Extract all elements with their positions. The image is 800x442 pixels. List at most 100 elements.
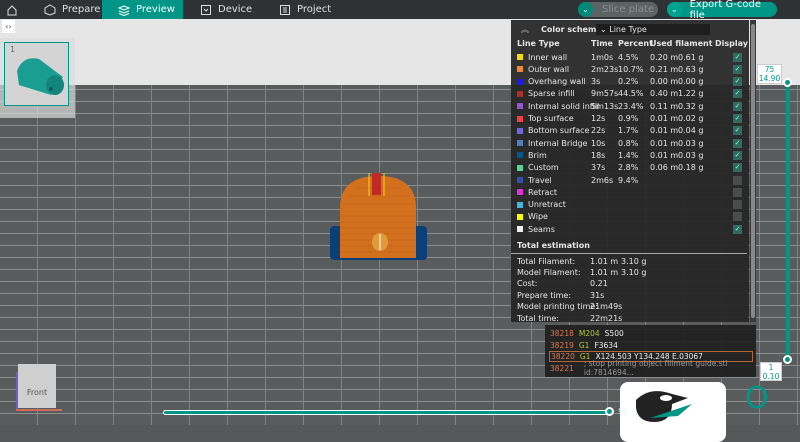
- line-type-name: Inner wall: [528, 52, 568, 62]
- top-layer-label: 75 14.90: [757, 64, 782, 84]
- line-type-percent: 9.4%: [618, 175, 639, 185]
- display-checkbox[interactable]: ✓: [733, 77, 742, 87]
- display-checkbox[interactable]: ✓: [733, 150, 742, 160]
- color-scheme-value: Line Type: [609, 24, 647, 34]
- display-checkbox[interactable]: ✓: [733, 163, 742, 173]
- tab-device[interactable]: Device: [200, 0, 252, 19]
- top-layer-number: 75: [764, 65, 775, 74]
- gcode-args: S500: [604, 329, 624, 338]
- legend-row[interactable]: Travel 2m6s 9.4%: [511, 174, 749, 186]
- legend-row[interactable]: Retract: [511, 186, 749, 198]
- tab-project[interactable]: Project: [279, 0, 331, 19]
- legend-row[interactable]: Top surface 12s 0.9% 0.01 m 0.02 g ✓: [511, 113, 749, 125]
- total-value: 22m21s: [590, 313, 623, 323]
- layer-slider[interactable]: [786, 80, 790, 362]
- total-label: Model printing time:: [517, 302, 599, 312]
- display-checkbox[interactable]: ✓: [733, 89, 742, 99]
- legend-row[interactable]: Bottom surface 22s 1.7% 0.01 m 0.04 g ✓: [511, 125, 749, 137]
- chevron-down-icon[interactable]: ⌄: [667, 2, 682, 17]
- used-length: 0.01 m: [650, 114, 679, 123]
- chevron-down-icon[interactable]: ⌄: [578, 2, 593, 17]
- gcode-args: F3634: [594, 340, 618, 350]
- legend-row[interactable]: Internal solid infill 5m13s 23.4% 0.11 m…: [511, 100, 749, 112]
- legend-row[interactable]: Seams ✓: [511, 223, 749, 235]
- color-swatch-icon: [517, 177, 523, 183]
- x-axis-icon: [16, 409, 62, 411]
- legend-row[interactable]: Wipe: [511, 211, 749, 223]
- color-swatch-icon: [517, 78, 523, 85]
- legend-row[interactable]: Sparse infill 9m57s 44.5% 0.40 m 1.22 g …: [511, 88, 749, 100]
- legend-scrollbar[interactable]: [750, 20, 756, 322]
- move-slider-handle[interactable]: [605, 407, 614, 416]
- legend-row[interactable]: Overhang wall 3s 0.2% 0.00 m 0.00 g ✓: [511, 76, 749, 88]
- tab-preview[interactable]: Preview: [102, 0, 183, 19]
- line-type-percent: 10.7%: [618, 64, 644, 74]
- used-weight: 0.04 g: [678, 126, 704, 136]
- line-type-name: Custom: [528, 163, 559, 173]
- home-button[interactable]: [6, 0, 18, 19]
- tab-label: Preview: [136, 4, 175, 15]
- legend-row[interactable]: Unretract: [511, 199, 749, 211]
- view-cube[interactable]: Front: [18, 364, 56, 408]
- tab-label: Project: [297, 4, 332, 15]
- legend-row[interactable]: Inner wall 1m0s 4.5% 0.20 m 0.61 g ✓: [511, 51, 749, 63]
- line-type-percent: 4.5%: [618, 52, 639, 62]
- line-type-time: 22s: [591, 126, 606, 136]
- plate-thumbnail[interactable]: 1: [4, 42, 69, 106]
- gcode-line[interactable]: 38221 ; stop printing object filiment gui…: [549, 359, 753, 377]
- gcode-command: M204: [578, 329, 600, 338]
- tab-label: Prepare: [62, 4, 101, 15]
- gcode-line[interactable]: 38219 G1 F3634: [549, 340, 753, 351]
- total-label: Total Filament:: [517, 256, 576, 266]
- tab-prepare[interactable]: Prepare: [38, 0, 106, 19]
- color-swatch-icon: [517, 90, 523, 97]
- line-type-name: Top surface: [528, 114, 574, 123]
- legend-row[interactable]: Internal Bridge 10s 0.8% 0.01 m 0.03 g ✓: [511, 137, 749, 149]
- bottom-layer-height: 0.10: [762, 372, 780, 381]
- header-line-type: Line Type: [517, 38, 560, 48]
- gcode-line[interactable]: 38218 M204 S500: [549, 328, 753, 339]
- total-value: 21m49s: [590, 302, 623, 312]
- display-checkbox[interactable]: [733, 175, 742, 185]
- display-checkbox[interactable]: ✓: [733, 64, 742, 74]
- display-checkbox[interactable]: [733, 212, 742, 222]
- line-type-time: 9m57s: [591, 89, 619, 99]
- layer-slider-top-handle[interactable]: [783, 78, 792, 87]
- view-cube-face-label: Front: [26, 388, 48, 397]
- used-length: 0.01 m: [650, 150, 679, 160]
- layer-slider-bottom-handle[interactable]: [783, 355, 792, 364]
- collapse-sidebar-button[interactable]: ‹›: [2, 20, 15, 33]
- line-type-percent: 1.4%: [618, 150, 639, 160]
- legend-row[interactable]: Outer wall 2m23s 10.7% 0.21 m 0.63 g ✓: [511, 63, 749, 75]
- legend-row[interactable]: Custom 37s 2.8% 0.06 m 0.18 g ✓: [511, 162, 749, 174]
- display-checkbox[interactable]: ✓: [733, 101, 742, 111]
- move-slider[interactable]: [163, 410, 611, 415]
- total-value: 1.01 m: [590, 256, 619, 266]
- sliced-model-preview[interactable]: [328, 168, 428, 264]
- slice-plate-button[interactable]: ⌄ Slice plate: [578, 2, 658, 17]
- display-checkbox[interactable]: ✓: [733, 126, 742, 136]
- collapse-legend-icon[interactable]: ︽: [521, 24, 529, 35]
- line-type-time: 1m0s: [591, 52, 614, 62]
- color-swatch-icon: [517, 54, 523, 60]
- display-checkbox[interactable]: [733, 187, 742, 197]
- total-estimation-title: Total estimation: [517, 241, 590, 250]
- used-length: 0.01 m: [650, 126, 679, 136]
- used-weight: 1.22 g: [678, 89, 704, 99]
- color-swatch-icon: [517, 152, 523, 159]
- display-checkbox[interactable]: ✓: [733, 224, 742, 234]
- color-scheme-select[interactable]: ⌄ Line Type: [596, 23, 710, 35]
- line-type-time: 5m13s: [591, 101, 619, 111]
- used-weight: 0.63 g: [678, 64, 704, 74]
- legend-row[interactable]: Brim 18s 1.4% 0.01 m 0.03 g ✓: [511, 149, 749, 161]
- total-value: 0.21: [590, 279, 608, 289]
- brand-logo: [620, 382, 726, 442]
- export-gcode-button[interactable]: ⌄ Export G-code file: [667, 0, 777, 21]
- display-checkbox[interactable]: [733, 200, 742, 210]
- display-checkbox[interactable]: ✓: [733, 52, 742, 62]
- line-type-name: Sparse infill: [528, 89, 575, 99]
- display-checkbox[interactable]: ✓: [733, 138, 742, 148]
- display-checkbox[interactable]: ✓: [733, 114, 742, 123]
- line-type-name: Unretract: [528, 200, 566, 210]
- total-row: Model Filament: 1.01 m 3.10 g: [511, 266, 749, 278]
